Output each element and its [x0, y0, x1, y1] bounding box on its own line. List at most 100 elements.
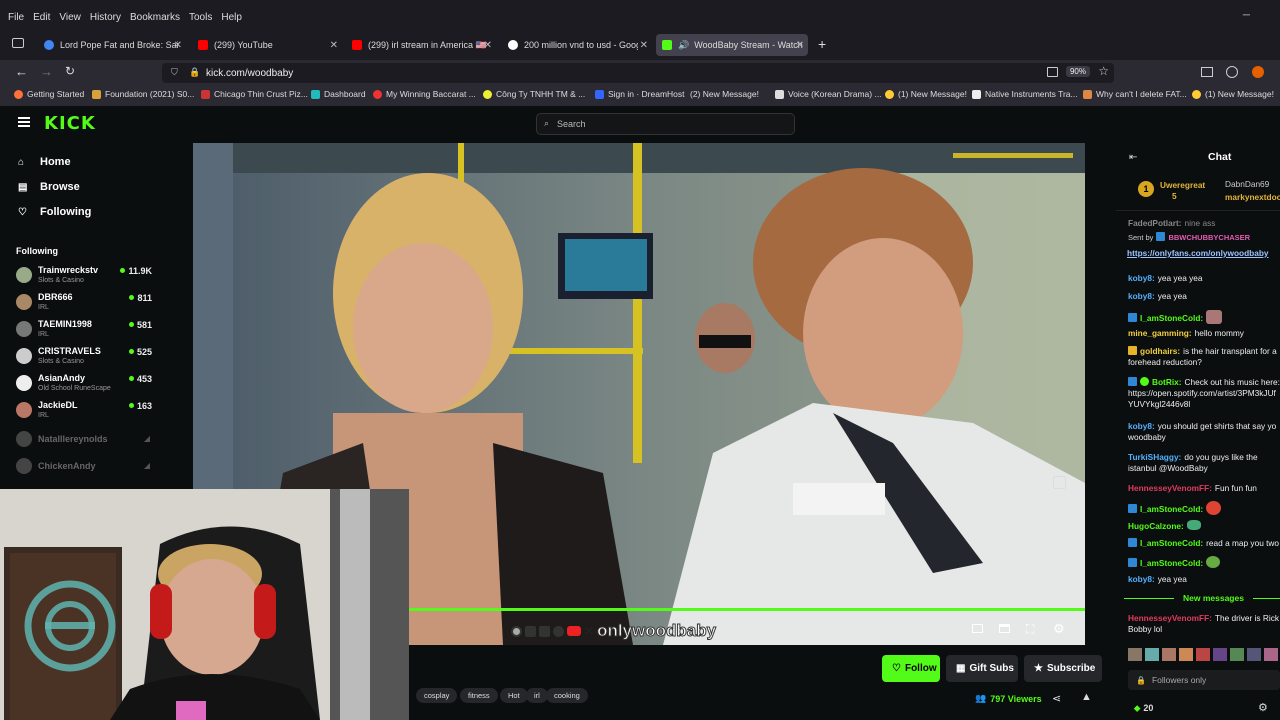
bookmark-star-icon[interactable]: ☆ — [1098, 64, 1109, 78]
followed-channel-offline[interactable]: Natalllereynolds ◢ — [16, 428, 156, 454]
gifter-name[interactable]: markynextdoo — [1225, 192, 1280, 202]
emote-icon[interactable] — [1213, 648, 1227, 661]
followed-channel[interactable]: DBR666 IRL 811 — [16, 291, 156, 317]
subscribe-button[interactable]: ★ Subscribe — [1024, 655, 1102, 682]
bookmark-item[interactable]: Công Ty TNHH TM & ... — [483, 89, 585, 99]
menu-help[interactable]: Help — [221, 12, 242, 23]
close-tab-icon[interactable]: ✕ — [174, 40, 182, 51]
gifter-name[interactable]: Uweregreat — [1160, 180, 1205, 190]
sidebar-toggle-icon[interactable] — [1201, 67, 1213, 77]
bookmark-item[interactable]: Sign in · DreamHost — [595, 89, 685, 99]
menu-edit[interactable]: Edit — [33, 12, 50, 23]
sidebar-item-home[interactable]: ⌂ Home — [18, 156, 71, 168]
bookmark-item[interactable]: Native Instruments Tra... — [972, 89, 1078, 99]
tab-overview-icon[interactable] — [12, 38, 24, 48]
emote-icon[interactable] — [1179, 648, 1193, 661]
menu-file[interactable]: File — [8, 12, 24, 23]
minimize-icon[interactable]: ─ — [1243, 10, 1250, 21]
browser-tab[interactable]: 200 million vnd to usd - Googl ✕ — [502, 34, 652, 56]
emote-icon — [1186, 520, 1201, 530]
followed-channel[interactable]: JackieDL IRL 163 — [16, 399, 156, 425]
collapse-chat-icon[interactable]: ⇤ — [1129, 152, 1137, 163]
tag-cosplay[interactable]: cosplay — [416, 688, 458, 703]
menu-tools[interactable]: Tools — [189, 12, 212, 23]
sidebar-item-following[interactable]: ♡ Following — [18, 206, 91, 218]
followed-channel[interactable]: TAEMIN1998 IRL 581 — [16, 318, 156, 344]
browser-tab[interactable]: (299) YouTube ✕ — [192, 34, 342, 56]
menu-bookmarks[interactable]: Bookmarks — [130, 12, 180, 23]
followed-channel[interactable]: Trainwreckstv Slots & Casino 11.9K — [16, 264, 156, 290]
tag-fitness[interactable]: fitness — [460, 688, 498, 703]
report-icon[interactable]: ▲ — [1081, 691, 1092, 703]
close-tab-icon[interactable]: ✕ — [640, 40, 648, 51]
menu-history[interactable]: History — [90, 12, 121, 23]
gifter-name[interactable]: DabnDan69 — [1225, 179, 1269, 189]
tag-cooking[interactable]: cooking — [546, 688, 588, 703]
kick-icon — [525, 625, 536, 637]
bookmark-item[interactable]: Chicago Thin Crust Piz... — [201, 89, 308, 99]
bookmark-item[interactable]: Getting Started — [14, 89, 84, 99]
close-tab-icon[interactable]: ✕ — [796, 40, 804, 51]
bookmark-item[interactable]: Voice (Korean Drama) ... — [775, 89, 882, 99]
gift-subs-button[interactable]: ▦ Gift Subs — [946, 655, 1018, 682]
chat-message: I_amStoneCold: — [1128, 310, 1280, 324]
emote-icon[interactable] — [1145, 648, 1159, 661]
sidebar-item-browse[interactable]: ▤ Browse — [18, 181, 80, 193]
tag-irl[interactable]: irl — [526, 688, 548, 703]
chat-message: koby8: yea yea yea — [1128, 273, 1203, 283]
menu-view[interactable]: View — [59, 12, 81, 23]
emote-icon[interactable] — [1230, 648, 1244, 661]
url-bar[interactable]: ⛉ 🔒 kick.com/woodbaby 90% ☆ — [162, 63, 1114, 83]
chat-settings-icon[interactable]: ⚙ — [1258, 701, 1268, 714]
bookmark-item[interactable]: (1) New Message! — [1192, 89, 1274, 99]
share-icon[interactable]: ⋖ — [1052, 692, 1061, 705]
bookmark-item[interactable]: Foundation (2021) S0... — [92, 89, 194, 99]
badge-icon — [1128, 346, 1137, 355]
tag-hot[interactable]: Hot — [500, 688, 528, 703]
gifter-rank-icon: 1 — [1138, 181, 1154, 197]
emote-icon[interactable] — [1264, 648, 1278, 661]
webcam-frame — [0, 489, 409, 720]
new-messages-label[interactable]: New messages — [1174, 593, 1253, 603]
back-icon[interactable]: ← — [15, 64, 28, 79]
fullscreen-icon[interactable]: ⛶ — [1026, 622, 1034, 637]
chat-message: koby8: you should get shirts that say yo … — [1128, 421, 1277, 442]
follow-button[interactable]: ♡ Follow — [882, 655, 940, 682]
company-icon — [483, 89, 492, 99]
emote-icon[interactable] — [1162, 648, 1176, 661]
pip-icon[interactable] — [972, 624, 983, 633]
kick-logo[interactable]: KICK — [44, 113, 96, 134]
theater-mode-icon[interactable] — [999, 624, 1010, 633]
close-tab-icon[interactable]: ✕ — [484, 40, 492, 51]
settings-gear-icon[interactable]: ⚙ — [1053, 621, 1065, 637]
emote-icon[interactable] — [1128, 648, 1142, 661]
audio-icon[interactable]: 🔊 — [678, 40, 689, 51]
reload-icon[interactable]: ↻ — [65, 64, 75, 78]
browser-tab-active[interactable]: 🔊 WoodBaby Stream - Watch ✕ — [656, 34, 808, 56]
clip-icon[interactable] — [1053, 476, 1066, 489]
close-tab-icon[interactable]: ✕ — [330, 40, 338, 51]
browser-tab[interactable]: (299) irl stream in America 🇺🇸 D ✕ — [346, 34, 496, 56]
bookmark-item[interactable]: Dashboard — [311, 89, 366, 99]
bookmark-item[interactable]: (1) New Message! — [885, 89, 967, 99]
followed-channel[interactable]: CRISTRAVELS Slots & Casino 525 — [16, 345, 156, 371]
followed-channel-offline[interactable]: ChickenAndy ◢ — [16, 455, 156, 481]
chat-message-link[interactable]: https://onlyfans.com/onlywoodbaby — [1127, 248, 1279, 259]
followed-channel[interactable]: AsianAndy Old School RuneScape 453 — [16, 372, 156, 398]
zoom-level[interactable]: 90% — [1065, 66, 1090, 77]
sidebar: ⌂ Home ▤ Browse ♡ Following Following Train… — [0, 142, 163, 490]
account-icon[interactable] — [1226, 66, 1238, 78]
emote-icon[interactable] — [1196, 648, 1210, 661]
new-tab-icon[interactable]: + — [818, 36, 826, 52]
chat-input[interactable]: 🔒 Followers only — [1128, 670, 1280, 690]
points-display[interactable]: ⬥ 20 — [1134, 703, 1153, 714]
forward-icon[interactable]: → — [40, 64, 53, 79]
browser-tab[interactable]: Lord Pope Fat and Broke: Saigo ✕ — [38, 34, 186, 56]
extension-icon[interactable] — [1252, 66, 1264, 78]
bookmark-item[interactable]: My Winning Baccarat ... — [373, 89, 476, 99]
emote-icon[interactable] — [1247, 648, 1261, 661]
reader-view-icon[interactable] — [1047, 67, 1058, 77]
search-input[interactable]: ⌕ Search — [536, 113, 795, 135]
bookmark-item[interactable]: (2) New Message! — [690, 89, 759, 99]
bookmark-item[interactable]: Why can't I delete FAT... — [1083, 89, 1187, 99]
